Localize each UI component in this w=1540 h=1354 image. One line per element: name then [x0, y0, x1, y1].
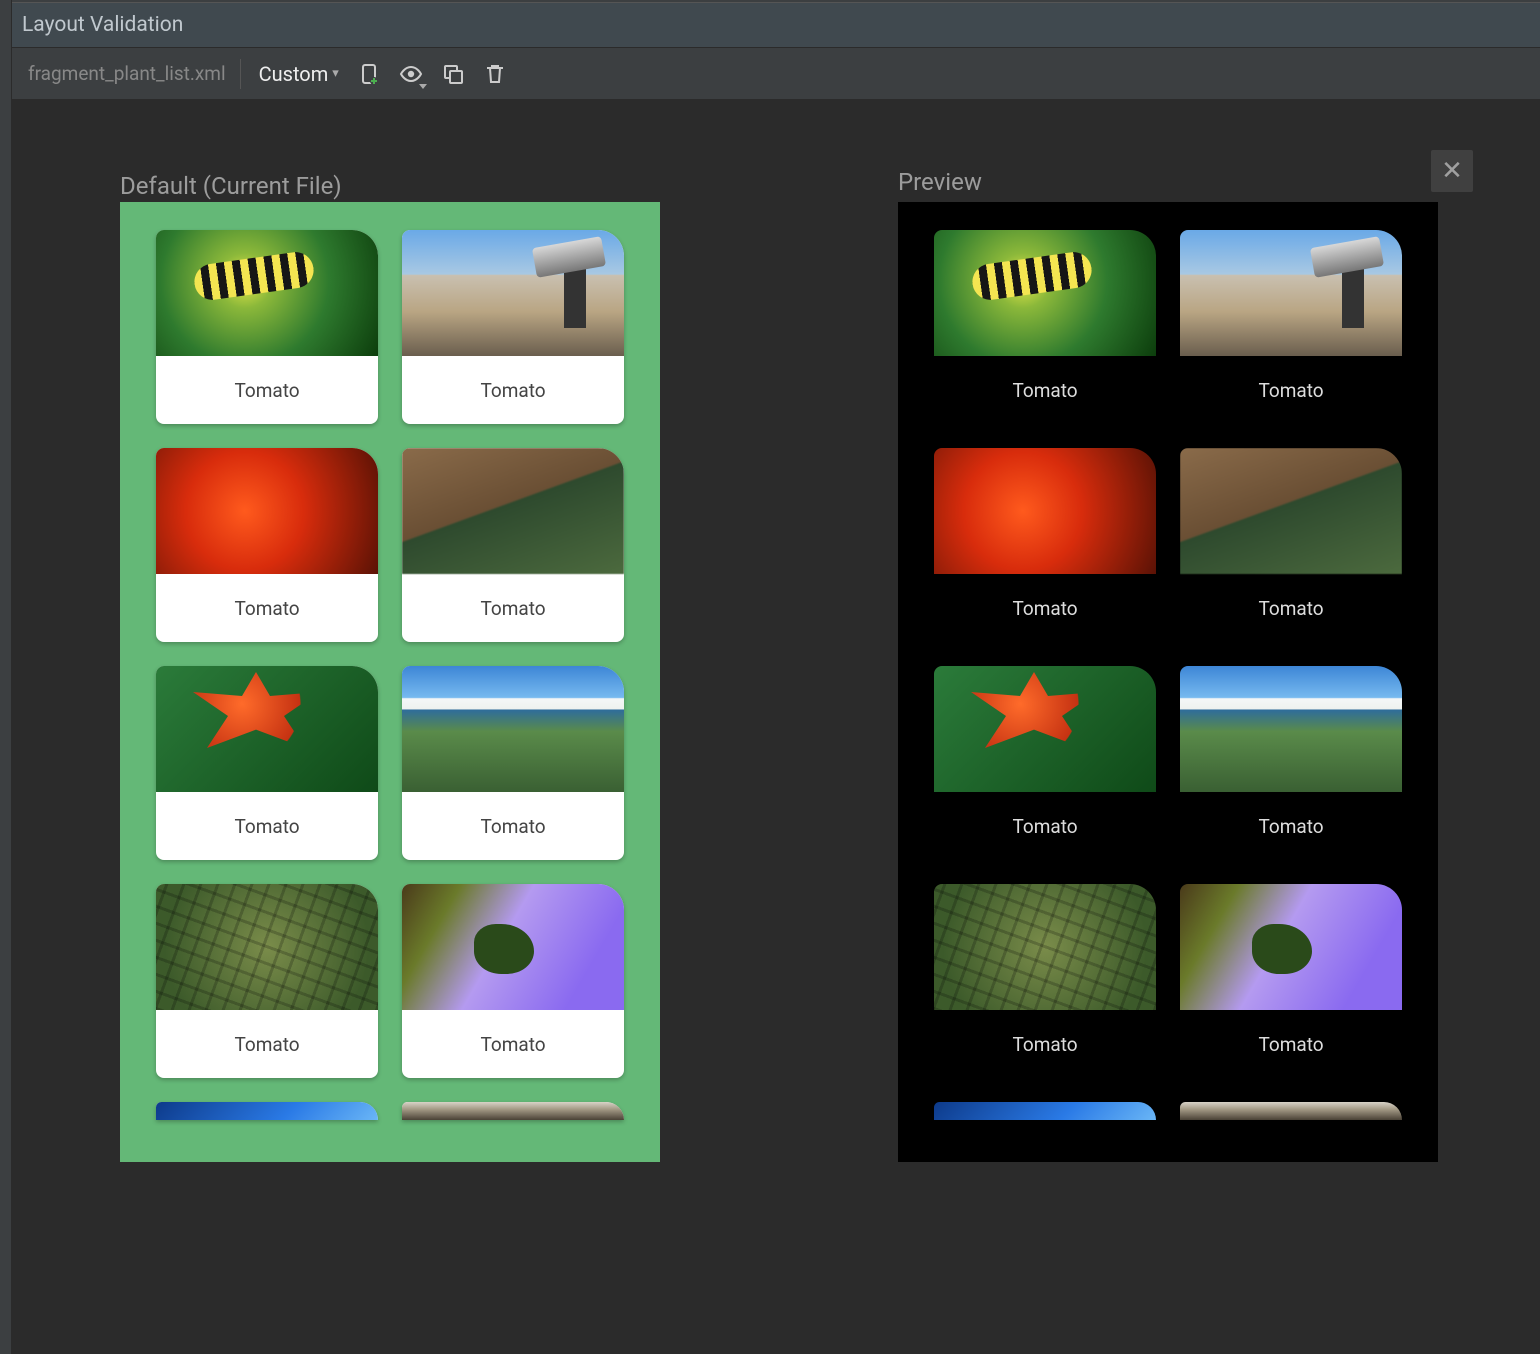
side-gutter: [0, 0, 12, 1354]
plant-card[interactable]: Tomato: [402, 884, 624, 1078]
plant-label: Tomato: [156, 574, 378, 642]
preview-surface-preview[interactable]: Tomato Tomato Tomato Tomato Tomato Tomato Toma…: [898, 202, 1438, 1162]
plant-image: [156, 884, 378, 1010]
plant-card[interactable]: [1180, 1102, 1402, 1120]
toolbar: fragment_plant_list.xml Custom ▾: [12, 48, 1540, 100]
plant-image: [1180, 666, 1402, 792]
plant-image: [934, 884, 1156, 1010]
dropdown-indicator-icon: [419, 84, 427, 89]
plant-card[interactable]: Tomato: [1180, 448, 1402, 642]
configuration-dropdown[interactable]: Custom ▾: [253, 58, 345, 90]
eye-icon: [399, 62, 423, 86]
plant-card[interactable]: Tomato: [934, 884, 1156, 1078]
plant-image: [156, 230, 378, 356]
preview-surface-default[interactable]: Tomato Tomato Tomato Tomato Tomato Tomato Toma…: [120, 202, 660, 1162]
plant-label: Tomato: [402, 574, 624, 642]
plant-label: Tomato: [156, 792, 378, 860]
close-preview-button[interactable]: ✕: [1431, 150, 1473, 192]
dropdown-label: Custom: [259, 62, 329, 86]
plant-card[interactable]: Tomato: [402, 666, 624, 860]
plant-label: Tomato: [402, 792, 624, 860]
plant-card[interactable]: Tomato: [156, 884, 378, 1078]
visibility-button[interactable]: [393, 56, 429, 92]
plant-image: [1180, 230, 1402, 356]
plant-card[interactable]: [402, 1102, 624, 1120]
plant-image: [1180, 448, 1402, 574]
plant-image: [934, 230, 1156, 356]
delete-button[interactable]: [477, 56, 513, 92]
plant-card[interactable]: Tomato: [1180, 884, 1402, 1078]
plant-image: [934, 448, 1156, 574]
plant-image: [402, 448, 624, 574]
plant-label: Tomato: [934, 792, 1156, 860]
plant-card[interactable]: Tomato: [402, 230, 624, 424]
plant-image: [1180, 884, 1402, 1010]
plant-image: [156, 666, 378, 792]
plant-card[interactable]: Tomato: [156, 448, 378, 642]
plant-card[interactable]: Tomato: [156, 666, 378, 860]
panel-title-default: Default (Current File): [120, 172, 342, 200]
plant-label: Tomato: [1180, 1010, 1402, 1078]
plant-image: [934, 666, 1156, 792]
plant-label: Tomato: [156, 1010, 378, 1078]
plant-image: [156, 1102, 378, 1120]
trash-icon: [483, 62, 507, 86]
plant-image: [402, 230, 624, 356]
plant-image: [934, 1102, 1156, 1120]
content-area: Default (Current File) Preview ✕ TomatoT…: [12, 100, 1540, 1354]
plant-image: [402, 666, 624, 792]
plant-label: Tomato: [1180, 356, 1402, 424]
plant-label: Tomato: [934, 574, 1156, 642]
duplicate-icon: [441, 62, 465, 86]
plant-image: [1180, 1102, 1402, 1120]
plant-label: Tomato: [934, 356, 1156, 424]
plant-card[interactable]: Tomato: [934, 230, 1156, 424]
plant-card[interactable]: Tomato: [934, 666, 1156, 860]
plant-image: [402, 1102, 624, 1120]
file-tab[interactable]: fragment_plant_list.xml: [22, 58, 232, 89]
plant-card[interactable]: Tomato: [1180, 666, 1402, 860]
plant-label: Tomato: [402, 356, 624, 424]
panel-title-preview: Preview: [898, 168, 982, 196]
plant-card[interactable]: Tomato: [402, 448, 624, 642]
plant-label: Tomato: [156, 356, 378, 424]
tool-window-title: Layout Validation: [22, 13, 183, 37]
plant-card[interactable]: Tomato: [1180, 230, 1402, 424]
plant-card[interactable]: [156, 1102, 378, 1120]
plant-card[interactable]: Tomato: [156, 230, 378, 424]
plant-label: Tomato: [402, 1010, 624, 1078]
toolbar-divider: [240, 59, 241, 89]
plant-label: Tomato: [934, 1010, 1156, 1078]
device-add-icon: [357, 62, 381, 86]
plant-card[interactable]: [934, 1102, 1156, 1120]
plant-image: [156, 448, 378, 574]
tool-window-header: Layout Validation: [12, 2, 1540, 48]
chevron-down-icon: ▾: [332, 66, 339, 81]
add-device-button[interactable]: [351, 56, 387, 92]
close-icon: ✕: [1441, 156, 1463, 186]
plant-label: Tomato: [1180, 574, 1402, 642]
plant-card[interactable]: Tomato: [934, 448, 1156, 642]
plant-label: Tomato: [1180, 792, 1402, 860]
plant-image: [402, 884, 624, 1010]
duplicate-button[interactable]: [435, 56, 471, 92]
